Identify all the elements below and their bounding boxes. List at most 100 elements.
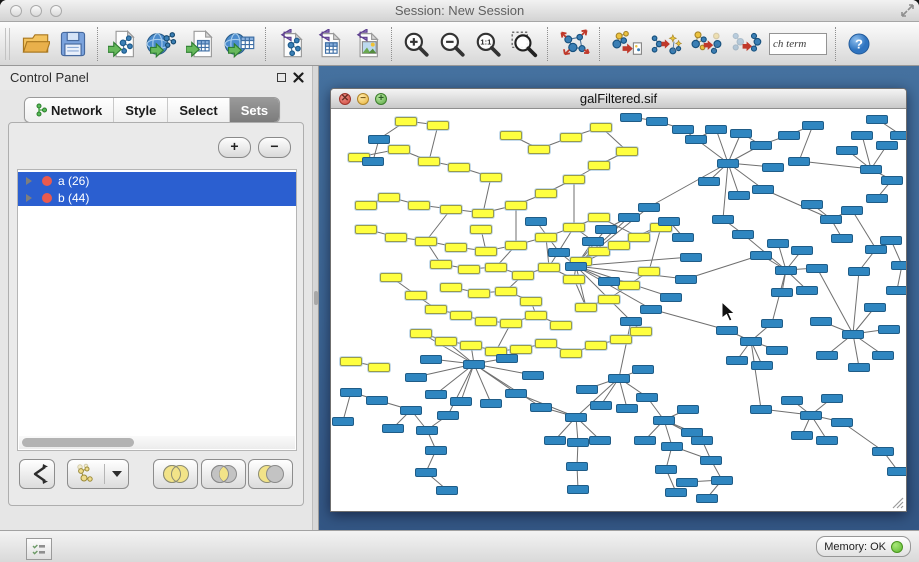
network-node[interactable] [450,397,472,406]
tab-select[interactable]: Select [168,98,229,122]
network-node[interactable] [778,131,800,140]
memory-status-button[interactable]: Memory: OK [816,536,911,557]
network-node[interactable] [550,321,572,330]
network-node[interactable] [775,266,797,275]
network-node[interactable] [821,394,843,403]
show-all-button[interactable] [726,24,766,64]
network-node[interactable] [480,173,502,182]
add-set-button[interactable]: + [218,137,251,158]
network-node[interactable] [620,113,642,122]
network-node[interactable] [891,261,906,270]
network-node[interactable] [385,233,407,242]
scrollbar-thumb[interactable] [22,438,134,447]
network-node[interactable] [525,311,547,320]
network-node[interactable] [802,121,824,130]
network-node[interactable] [620,317,642,326]
network-node[interactable] [530,403,552,412]
network-node[interactable] [751,361,773,370]
network-node[interactable] [685,135,707,144]
network-node[interactable] [522,371,544,380]
network-node[interactable] [588,213,610,222]
network-node[interactable] [420,355,442,364]
network-node[interactable] [415,237,437,246]
resize-grip-icon[interactable] [890,495,904,509]
network-node[interactable] [408,201,430,210]
network-node[interactable] [560,349,582,358]
network-node[interactable] [368,135,390,144]
network-node[interactable] [382,424,404,433]
close-panel-icon[interactable] [293,72,304,83]
network-node[interactable] [485,263,507,272]
network-node[interactable] [567,485,589,494]
network-node[interactable] [636,393,658,402]
intersection-sets-button[interactable] [201,459,246,489]
network-node[interactable] [781,396,803,405]
zoom-actual-size-button[interactable]: 1:1 [470,24,506,64]
network-node[interactable] [475,317,497,326]
network-node[interactable] [368,363,390,372]
network-node[interactable] [761,319,783,328]
network-node[interactable] [653,416,675,425]
network-node[interactable] [585,341,607,350]
import-table-url-button[interactable] [220,24,260,64]
network-node[interactable] [535,189,557,198]
network-node[interactable] [691,436,713,445]
network-node[interactable] [608,374,630,383]
network-node[interactable] [440,283,462,292]
network-node[interactable] [887,467,906,476]
network-node[interactable] [528,145,550,154]
network-node[interactable] [878,325,900,334]
network-node[interactable] [881,176,903,185]
network-node[interactable] [418,157,440,166]
tab-network[interactable]: Network [25,98,114,122]
network-node[interactable] [864,303,886,312]
network-node[interactable] [672,233,694,242]
network-node[interactable] [563,175,585,184]
network-node[interactable] [450,311,472,320]
union-sets-button[interactable] [153,459,198,489]
network-node[interactable] [866,115,888,124]
network-node[interactable] [634,436,656,445]
network-node[interactable] [848,267,870,276]
network-node[interactable] [589,436,611,445]
network-frame[interactable]: ✕ − + galFiltered.sif [330,88,907,512]
split-set-button[interactable] [19,459,55,489]
import-table-file-button[interactable] [182,24,220,64]
network-node[interactable] [380,273,402,282]
tab-style[interactable]: Style [114,98,168,122]
network-node[interactable] [400,406,422,415]
save-session-button[interactable] [54,24,92,64]
export-table-button[interactable] [310,24,348,64]
network-node[interactable] [616,404,638,413]
set-row-b[interactable]: b (44) [18,189,296,206]
network-node[interactable] [563,275,585,284]
network-node[interactable] [470,225,492,234]
network-node[interactable] [355,201,377,210]
network-node[interactable] [638,267,660,276]
network-node[interactable] [548,248,570,257]
network-node[interactable] [395,117,417,126]
network-node[interactable] [801,200,823,209]
export-network-button[interactable] [272,24,310,64]
network-node[interactable] [563,223,585,232]
network-node[interactable] [525,217,547,226]
network-node[interactable] [762,163,784,172]
import-network-file-button[interactable] [104,24,142,64]
network-canvas[interactable] [331,109,906,511]
network-node[interactable] [658,217,680,226]
network-node[interactable] [427,121,449,130]
network-node[interactable] [340,357,362,366]
network-node[interactable] [430,260,452,269]
network-node[interactable] [860,165,882,174]
network-node[interactable] [598,295,620,304]
float-panel-icon[interactable] [277,73,286,82]
network-node[interactable] [505,241,527,250]
network-node[interactable] [865,245,887,254]
network-node[interactable] [752,185,774,194]
network-node[interactable] [632,365,654,374]
network-node[interactable] [538,263,560,272]
network-node[interactable] [460,341,482,350]
network-node[interactable] [618,281,640,290]
network-node[interactable] [841,206,863,215]
network-node[interactable] [405,291,427,300]
